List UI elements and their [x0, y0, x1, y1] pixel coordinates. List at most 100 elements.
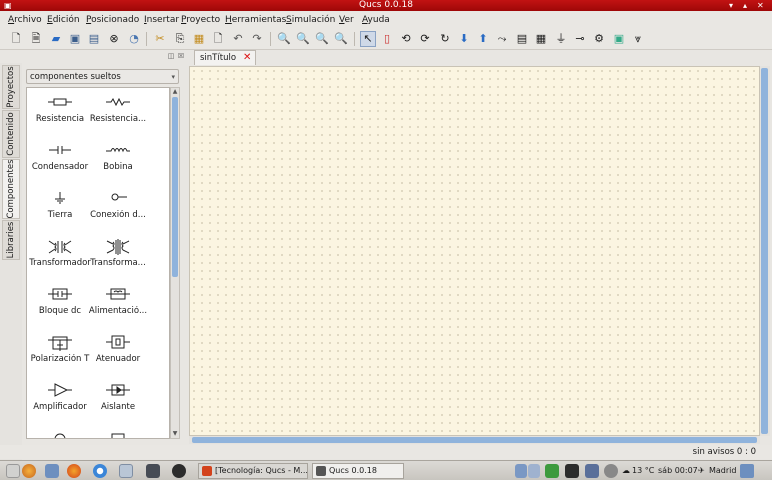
paste-icon[interactable]: ▦ — [191, 31, 207, 47]
volume-icon[interactable] — [604, 464, 618, 478]
schematic-canvas[interactable] — [189, 66, 760, 436]
ground-icon[interactable]: ⏚ — [553, 31, 569, 47]
firefox-icon[interactable] — [67, 464, 81, 478]
workspace-1-icon[interactable] — [515, 464, 527, 478]
scrollbar-thumb[interactable] — [172, 97, 178, 277]
component-resistencia-us[interactable]: Resistencia... — [85, 92, 151, 134]
network-icon[interactable] — [585, 464, 599, 478]
app-menu-icon[interactable] — [22, 464, 36, 478]
tab-componentes[interactable]: Componentes — [2, 159, 20, 219]
tray-app-icon[interactable] — [545, 464, 559, 478]
mirror-x-icon[interactable]: ⟲ — [398, 31, 414, 47]
scrollbar-thumb[interactable] — [761, 68, 768, 434]
weather-icon[interactable]: ☁ — [622, 464, 630, 478]
component-bobina[interactable]: Bobina — [85, 140, 151, 182]
scroll-down-icon[interactable]: ▼ — [171, 430, 179, 438]
clock[interactable]: sáb 00:07 — [658, 464, 698, 478]
trash-icon[interactable] — [740, 464, 754, 478]
tab-libraries[interactable]: Libraries — [2, 220, 20, 260]
delete-icon[interactable]: 🗋 — [210, 31, 226, 47]
zoom-fit-icon[interactable]: 🔍 — [276, 31, 292, 47]
undo-icon[interactable]: ↶ — [230, 31, 246, 47]
tab-contenido[interactable]: Contenido — [2, 110, 20, 158]
enter-subcircuit-icon[interactable]: ⬇ — [456, 31, 472, 47]
component-phase-shifter[interactable] — [85, 428, 151, 438]
copy-icon[interactable]: ⎘ — [172, 31, 188, 47]
component-conexion[interactable]: Conexión d... — [85, 188, 151, 230]
simulate-icon[interactable]: ⚙ — [591, 31, 607, 47]
redo-icon[interactable]: ↷ — [249, 31, 265, 47]
taskbar-task-qucs[interactable]: Qucs 0.0.18 — [312, 463, 404, 479]
open-icon[interactable]: ▰ — [48, 31, 64, 47]
component-resistencia[interactable]: Resistencia — [27, 92, 93, 134]
menu-ayuda[interactable]: Ayuda — [362, 14, 390, 26]
component-amplificador[interactable]: Amplificador — [27, 380, 93, 422]
close-window-icon[interactable]: ✕ — [757, 0, 764, 11]
component-aislante[interactable]: Aislante — [85, 380, 151, 422]
edit-delete-icon[interactable]: ▯ — [379, 31, 395, 47]
menu-edicion[interactable]: Edición — [47, 14, 80, 26]
task-label: Qucs 0.0.18 — [329, 466, 377, 475]
save-icon[interactable]: ▣ — [67, 31, 83, 47]
leave-subcircuit-icon[interactable]: ⬆ — [475, 31, 491, 47]
component-bloque-dc[interactable]: Bloque dc — [27, 284, 93, 326]
terminal-icon[interactable] — [146, 464, 160, 478]
cut-icon[interactable]: ✂ — [152, 31, 168, 47]
chrome-icon[interactable] — [93, 464, 107, 478]
zoom-original-icon[interactable]: 🔍 — [333, 31, 349, 47]
workspace-2-icon[interactable] — [528, 464, 540, 478]
menu-insertar[interactable]: Insertar — [144, 14, 179, 26]
new-text-icon[interactable]: 🗎 — [28, 31, 44, 47]
document-tab[interactable]: sinTítulo ✕ — [194, 50, 256, 65]
taskbar-task-browser[interactable]: [Tecnología: Qucs - M... — [198, 463, 308, 479]
zoom-in-icon[interactable]: 🔍 — [295, 31, 311, 47]
dock-close-icon[interactable]: ☒ — [177, 52, 185, 60]
view-data-icon[interactable]: ▣ — [611, 31, 627, 47]
close-document-icon[interactable]: ◔ — [126, 31, 142, 47]
menu-simulacion[interactable]: Simulación — [286, 14, 335, 26]
component-list-scrollbar[interactable]: ▲ ▼ — [170, 87, 180, 439]
menu-ver[interactable]: Ver — [339, 14, 354, 26]
maximize-icon[interactable]: ▴ — [743, 0, 747, 11]
media-icon[interactable] — [172, 464, 186, 478]
component-alimentacion-dc[interactable]: Alimentació... — [85, 284, 151, 326]
save-all-icon[interactable]: ▤ — [86, 31, 102, 47]
files-icon[interactable] — [45, 464, 59, 478]
rotate-icon[interactable]: ↻ — [437, 31, 453, 47]
scrollbar-thumb[interactable] — [192, 437, 757, 443]
equation-icon[interactable]: ▦ — [533, 31, 549, 47]
mirror-y-icon[interactable]: ⟳ — [417, 31, 433, 47]
tray-recorder-icon[interactable] — [565, 464, 579, 478]
select-pointer-icon[interactable]: ↖ — [360, 31, 376, 47]
menu-posicionado[interactable]: Posicionado — [86, 14, 139, 26]
notes-icon[interactable] — [119, 464, 133, 478]
canvas-vertical-scrollbar[interactable] — [760, 66, 770, 436]
component-polarizacion-t[interactable]: Polarización T — [27, 332, 93, 374]
set-marker-icon[interactable]: ⩔ — [630, 31, 646, 47]
component-transformador-sim[interactable]: Transforma... — [85, 236, 151, 278]
location-text[interactable]: Madrid — [709, 464, 736, 478]
component-category-select[interactable]: componentes sueltos ▾ — [26, 69, 179, 84]
component-transformador[interactable]: Transformador — [27, 236, 93, 278]
new-file-icon[interactable]: 🗋 — [8, 31, 24, 47]
port-icon[interactable]: ⊸ — [572, 31, 588, 47]
wire-label-icon[interactable]: ▤ — [514, 31, 530, 47]
minimize-icon[interactable]: ▾ — [729, 0, 733, 11]
component-tierra[interactable]: Tierra — [27, 188, 93, 230]
menu-proyecto[interactable]: Proyecto — [181, 14, 220, 26]
tab-proyectos[interactable]: Proyectos — [2, 65, 20, 109]
menu-archivo[interactable]: Archivo — [8, 14, 42, 26]
print-icon[interactable]: ⊗ — [106, 31, 122, 47]
dock-float-icon[interactable]: ◫ — [167, 52, 175, 60]
close-tab-icon[interactable]: ✕ — [243, 52, 251, 64]
weather-text[interactable]: 13 °C — [632, 464, 654, 478]
scroll-up-icon[interactable]: ▲ — [171, 88, 179, 96]
zoom-out-icon[interactable]: 🔍 — [314, 31, 330, 47]
component-atenuador[interactable]: Atenuador — [85, 332, 151, 374]
wire-icon[interactable]: ⤳ — [494, 31, 510, 47]
menu-herramientas[interactable]: Herramientas — [225, 14, 286, 26]
show-desktop-icon[interactable] — [6, 464, 20, 478]
canvas-horizontal-scrollbar[interactable] — [189, 436, 760, 444]
component-condensador[interactable]: Condensador — [27, 140, 93, 182]
component-circulator[interactable] — [27, 428, 93, 438]
